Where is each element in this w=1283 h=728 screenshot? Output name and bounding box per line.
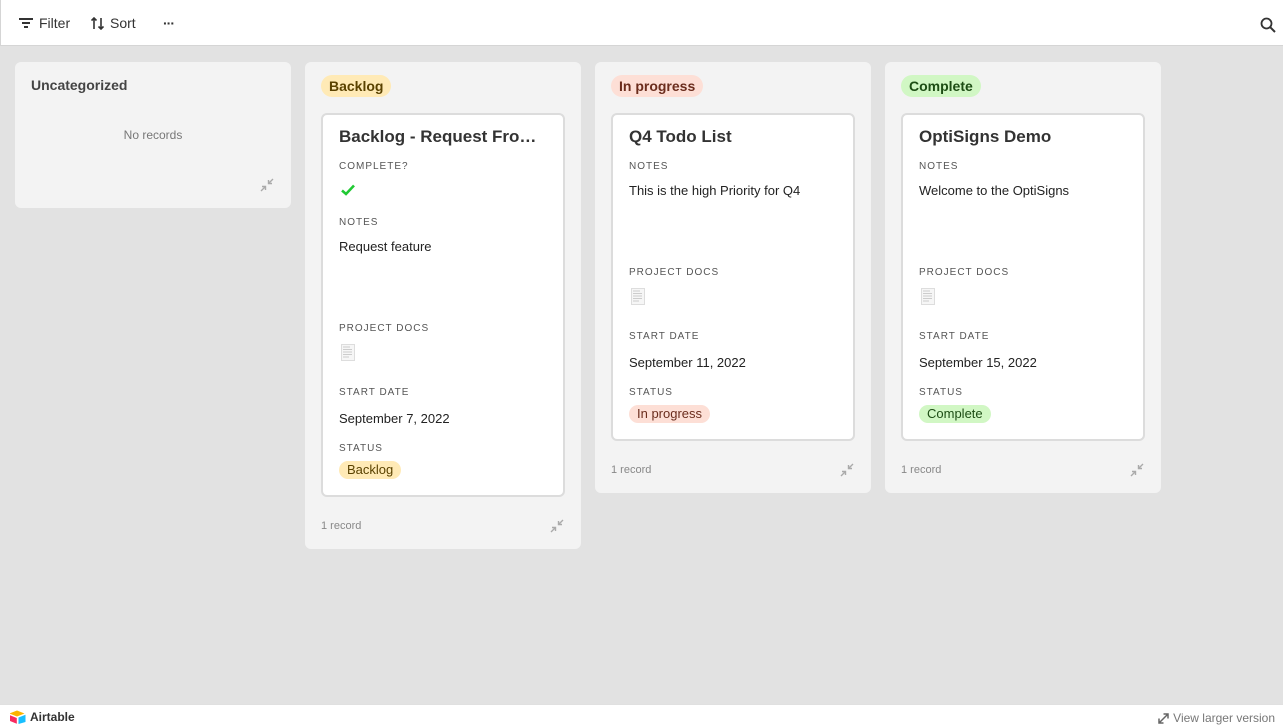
field-label-start-date: START DATE (339, 387, 410, 398)
card-title: OptiSigns Demo (919, 127, 1052, 146)
record-count: 1 record (901, 464, 942, 476)
field-value-notes: Welcome to the OptiSigns (919, 183, 1070, 198)
field-label-status: STATUS (629, 387, 673, 398)
more-icon: ··· (163, 15, 175, 31)
field-label-status: STATUS (339, 443, 383, 454)
airtable-logo (10, 710, 26, 724)
brand-name: Airtable (30, 710, 75, 724)
column-complete: Complete OptiSigns Demo NOTES Welcome to… (885, 62, 1161, 493)
airtable-brand[interactable]: Airtable (10, 710, 75, 724)
collapse-icon[interactable] (840, 463, 854, 477)
column-in-progress: In progress Q4 Todo List NOTES This is t… (595, 62, 871, 493)
status-badge: In progress (629, 405, 711, 423)
column-title: Uncategorized (31, 77, 128, 93)
field-label-complete: COMPLETE? (339, 161, 409, 172)
field-value-notes: Request feature (339, 239, 432, 254)
record-count: 1 record (321, 520, 362, 532)
sort-icon (91, 16, 104, 30)
card-title: Q4 Todo List (629, 127, 732, 146)
status-badge: Backlog (339, 461, 402, 479)
card-title: Backlog - Request From U... (339, 127, 549, 146)
document-icon[interactable] (341, 344, 355, 361)
column-backlog: Backlog Backlog - Request From U... COMP… (305, 62, 581, 549)
field-label-notes: NOTES (629, 161, 669, 172)
column-title-badge: Backlog (321, 75, 392, 97)
field-label-notes: NOTES (919, 161, 959, 172)
column-title-badge: In progress (611, 75, 704, 97)
record-card[interactable]: Backlog - Request From U... COMPLETE? NO… (321, 113, 565, 497)
status-badge: Complete (919, 405, 991, 423)
bottom-bar: Airtable View larger version (0, 704, 1283, 728)
field-value-start-date: September 11, 2022 (629, 355, 746, 370)
record-card[interactable]: Q4 Todo List NOTES This is the high Prio… (611, 113, 855, 441)
collapse-icon[interactable] (1130, 463, 1144, 477)
filter-button[interactable]: Filter (19, 13, 70, 33)
column-header: Complete (885, 62, 1161, 110)
column-header: In progress (595, 62, 871, 110)
column-title-badge: Complete (901, 75, 981, 97)
filter-icon (19, 18, 33, 28)
expand-icon (1158, 712, 1169, 724)
field-label-status: STATUS (919, 387, 963, 398)
field-label-start-date: START DATE (629, 331, 700, 342)
record-card[interactable]: OptiSigns Demo NOTES Welcome to the Opti… (901, 113, 1145, 441)
check-icon (341, 184, 355, 196)
toolbar: Filter Sort ··· (0, 0, 1283, 46)
field-value-notes: This is the high Priority for Q4 (629, 183, 801, 198)
collapse-icon[interactable] (550, 519, 564, 533)
search-icon (1260, 17, 1276, 33)
field-label-project-docs: PROJECT DOCS (339, 323, 430, 334)
field-label-project-docs: PROJECT DOCS (629, 267, 720, 278)
no-records-text: No records (123, 128, 183, 142)
column-header: Backlog (305, 62, 581, 110)
document-icon[interactable] (921, 288, 935, 305)
collapse-icon[interactable] (260, 178, 274, 192)
document-icon[interactable] (631, 288, 645, 305)
field-value-start-date: September 15, 2022 (919, 355, 1037, 370)
column-uncategorized: Uncategorized No records (15, 62, 291, 208)
field-value-start-date: September 7, 2022 (339, 411, 450, 426)
field-label-notes: NOTES (339, 217, 379, 228)
filter-label: Filter (39, 15, 71, 31)
field-label-start-date: START DATE (919, 331, 990, 342)
sort-button[interactable]: Sort (91, 13, 136, 33)
sort-label: Sort (110, 15, 136, 31)
record-count: 1 record (611, 464, 652, 476)
column-header: Uncategorized (15, 62, 291, 110)
view-larger-link[interactable]: View larger version (1158, 711, 1275, 725)
more-button[interactable]: ··· (163, 13, 175, 33)
view-larger-label: View larger version (1173, 711, 1275, 725)
field-label-project-docs: PROJECT DOCS (919, 267, 1010, 278)
search-button[interactable] (1260, 15, 1282, 35)
